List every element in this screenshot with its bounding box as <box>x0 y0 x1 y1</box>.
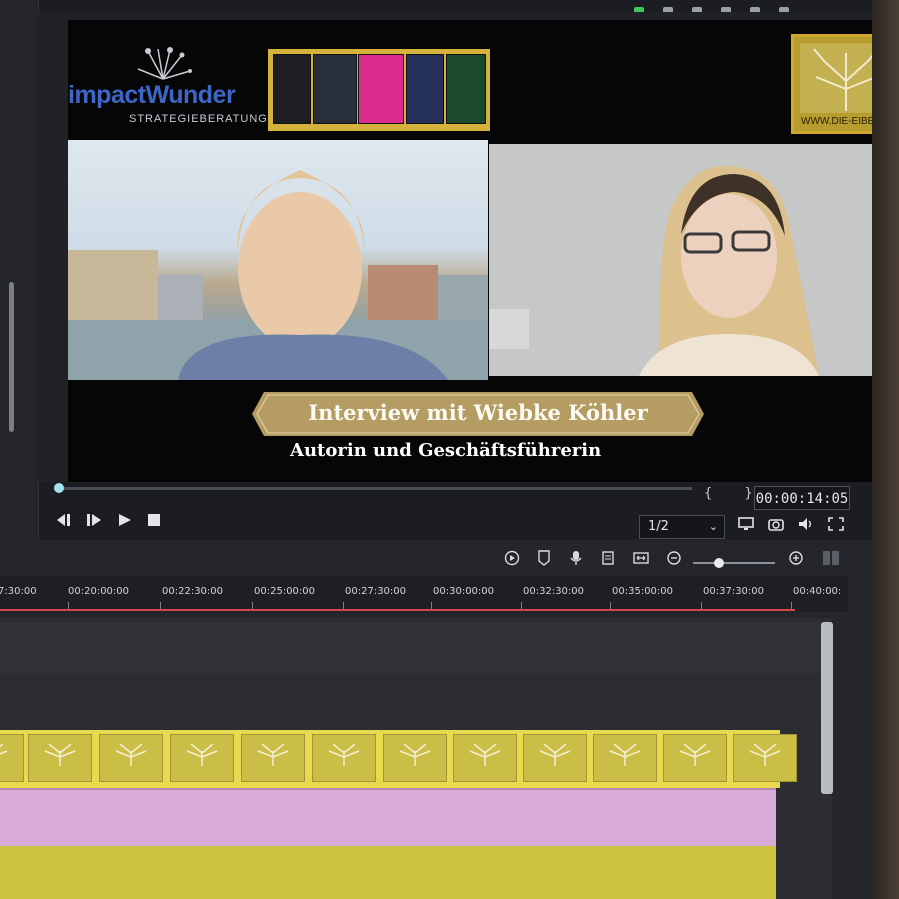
ruler-label: 00:30:00:00 <box>433 586 495 597</box>
ruler-label: 7:30:00 <box>0 586 37 597</box>
tree-icon <box>44 743 76 766</box>
voiceover-icon[interactable] <box>602 550 616 566</box>
layout-icon[interactable] <box>822 550 840 566</box>
clip-thumbnail <box>241 734 305 782</box>
clip-thumbnail <box>593 734 657 782</box>
stop-icon[interactable] <box>148 514 160 526</box>
timecode-display: 00:00:14:05 <box>754 486 850 510</box>
timeline-scrollbar[interactable] <box>821 622 833 794</box>
media-panel <box>0 0 39 540</box>
zoom-in-icon[interactable] <box>789 550 803 566</box>
scrubber-handle[interactable] <box>54 483 64 493</box>
ruler-label: 00:22:30:00 <box>162 586 224 597</box>
tree-icon <box>0 743 8 755</box>
media-scrollbar[interactable] <box>9 282 14 432</box>
book-cover <box>406 54 444 124</box>
logo-brand: impactWunder <box>68 81 236 109</box>
playhead-range <box>0 609 795 611</box>
clip-thumbnail <box>28 734 92 782</box>
ruler-label: 00:32:30:00 <box>523 586 585 597</box>
clip-thumbnail <box>0 734 24 782</box>
rewind-icon[interactable] <box>57 514 73 526</box>
clip-thumbnail <box>453 734 517 782</box>
tree-icon <box>539 743 571 766</box>
video-frame: impactWunder STRATEGIEBERATUNG WWW.DIE-E… <box>68 20 880 482</box>
ruler-label: 00:35:00:00 <box>612 586 674 597</box>
tree-icon <box>800 43 880 113</box>
impactwunder-logo: impactWunder STRATEGIEBERATUNG <box>68 45 267 125</box>
clip-thumbnail <box>312 734 376 782</box>
tree-icon <box>749 743 781 766</box>
step-icon[interactable] <box>87 514 103 526</box>
tree-icon <box>328 743 360 766</box>
lower-third-banner: Interview mit Wiebke Köhler <box>252 392 704 436</box>
fit-timeline-icon[interactable] <box>633 550 649 566</box>
editor-window: impactWunder STRATEGIEBERATUNG WWW.DIE-E… <box>0 0 880 899</box>
volume-icon[interactable] <box>798 517 814 531</box>
book-cover <box>358 54 404 124</box>
microphone-icon[interactable] <box>570 550 582 566</box>
clip-thumbnail <box>663 734 727 782</box>
tree-icon <box>257 743 289 766</box>
zoom-out-icon[interactable] <box>667 550 681 566</box>
tree-icon <box>399 743 431 766</box>
tree-icon <box>186 743 218 766</box>
ruler-label: 00:37:30:00 <box>703 586 765 597</box>
render-preview-icon[interactable] <box>504 550 520 566</box>
timeline-ruler[interactable]: 7:30:00 00:20:00:00 00:22:30:00 00:25:00… <box>0 576 848 612</box>
tree-icon <box>609 743 641 766</box>
fullscreen-icon[interactable] <box>828 517 844 531</box>
chevron-down-icon: ⌄ <box>708 520 718 533</box>
zoom-slider[interactable] <box>693 562 775 564</box>
timeline-panel: 7:30:00 00:20:00:00 00:22:30:00 00:25:00… <box>0 540 880 899</box>
clip-thumbnail <box>523 734 587 782</box>
timeline-toolbar <box>0 540 880 576</box>
book-cover <box>273 54 311 124</box>
playback-scrubber[interactable] <box>56 487 692 490</box>
top-toolbar <box>620 0 875 15</box>
book-cover <box>313 54 357 124</box>
ruler-label: 00:25:00:00 <box>254 586 316 597</box>
preview-quality-select[interactable]: 1/2 ⌄ <box>639 515 725 539</box>
banner-subtitle: Autorin und Geschäftsführerin <box>290 440 602 461</box>
monitor-bezel <box>872 0 899 899</box>
tree-icon <box>115 743 147 766</box>
clip-thumbnail <box>733 734 797 782</box>
webcam-right <box>489 144 880 376</box>
preview-panel: impactWunder STRATEGIEBERATUNG WWW.DIE-E… <box>38 12 880 482</box>
zoom-slider-handle[interactable] <box>714 558 724 568</box>
ruler-label: 00:20:00:00 <box>68 586 130 597</box>
sparkle-icon <box>137 47 192 80</box>
eibe-url: WWW.DIE-EIBE.DE <box>801 116 880 127</box>
clip-thumbnail <box>99 734 163 782</box>
snapshot-icon[interactable] <box>768 517 784 531</box>
tree-icon <box>469 743 501 766</box>
book-cover <box>446 54 486 124</box>
book-covers <box>268 49 490 131</box>
die-eibe-logo: WWW.DIE-EIBE.DE <box>791 34 880 134</box>
video-clip-interview[interactable] <box>0 788 776 846</box>
play-icon[interactable] <box>118 514 132 526</box>
empty-track <box>0 680 832 724</box>
audio-clip[interactable] <box>0 846 776 899</box>
marker-icon[interactable] <box>537 550 551 566</box>
tree-icon <box>679 743 711 766</box>
video-clip-eibe[interactable] <box>0 730 797 788</box>
clip-thumbnail <box>383 734 447 782</box>
ruler-label: 00:27:30:00 <box>345 586 407 597</box>
webcam-right-scene <box>489 144 880 376</box>
quality-value: 1/2 <box>648 519 669 534</box>
banner-title: Interview mit Wiebke Köhler <box>308 400 648 425</box>
ruler-label: 00:40:00: <box>793 586 842 597</box>
logo-tagline: STRATEGIEBERATUNG <box>129 113 268 125</box>
clip-thumbnail <box>170 734 234 782</box>
webcam-left <box>68 140 488 380</box>
display-settings-icon[interactable] <box>738 517 756 531</box>
empty-track <box>0 622 832 674</box>
webcam-left-scene <box>68 170 488 380</box>
